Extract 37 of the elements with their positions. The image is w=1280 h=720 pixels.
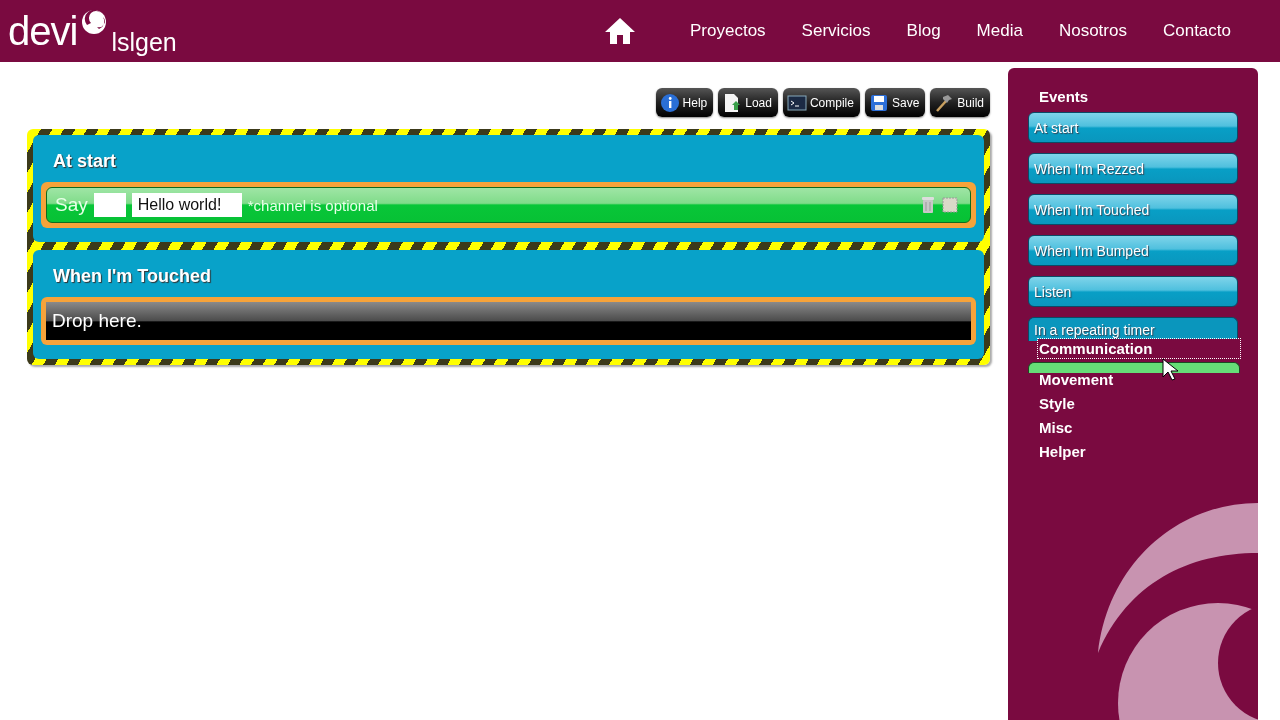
toolbar-button[interactable]: Help: [655, 88, 714, 117]
category-heading[interactable]: Movement: [1028, 369, 1228, 393]
logo-text[interactable]: devi: [8, 11, 78, 51]
nav-link[interactable]: Blog: [906, 21, 941, 41]
home-icon[interactable]: [604, 16, 636, 46]
hammer-icon: [934, 92, 955, 113]
logo-subtitle: lslgen: [111, 29, 177, 55]
category-heading[interactable]: Misc: [1028, 417, 1228, 441]
trash-icon[interactable]: [920, 196, 936, 214]
dragged-block[interactable]: [1028, 362, 1240, 373]
cursor-icon: [1162, 358, 1178, 382]
info-icon: [659, 92, 680, 113]
toolbar-button[interactable]: Save: [864, 88, 926, 117]
nav-link[interactable]: Contacto: [1162, 21, 1231, 41]
say-statement-block[interactable]: Say Hello world! *channel is optional: [46, 187, 971, 223]
nav-link[interactable]: Proyectos: [690, 21, 766, 41]
nav-link[interactable]: Media: [976, 21, 1023, 41]
select-box-icon[interactable]: [942, 196, 958, 214]
channel-field[interactable]: [93, 193, 126, 217]
nav-link[interactable]: Servicios: [801, 21, 871, 41]
category-heading[interactable]: Helper: [1028, 441, 1228, 465]
category-heading[interactable]: Style: [1028, 393, 1228, 417]
drop-zone[interactable]: Drop here.: [46, 302, 971, 340]
nav-link[interactable]: Nosotros: [1058, 21, 1127, 41]
terminal-icon: [786, 92, 807, 113]
hint-text: *channel is optional: [247, 196, 378, 214]
toolbar-button[interactable]: Compile: [782, 88, 860, 117]
block-title: At start: [52, 150, 117, 173]
category-heading[interactable]: Events: [1028, 86, 1228, 110]
keyword-label: Say: [55, 194, 88, 216]
block-title: When I'm Touched: [52, 265, 212, 288]
event-block[interactable]: When I'm Touched Drop here.: [33, 250, 984, 359]
document-icon: [722, 92, 743, 113]
toolbar-button[interactable]: Build: [930, 88, 990, 117]
toolbar-button[interactable]: Load: [718, 88, 778, 117]
message-field[interactable]: Hello world!: [131, 193, 242, 217]
event-block[interactable]: At start Say Hello world! *channel is optional: [33, 135, 984, 242]
